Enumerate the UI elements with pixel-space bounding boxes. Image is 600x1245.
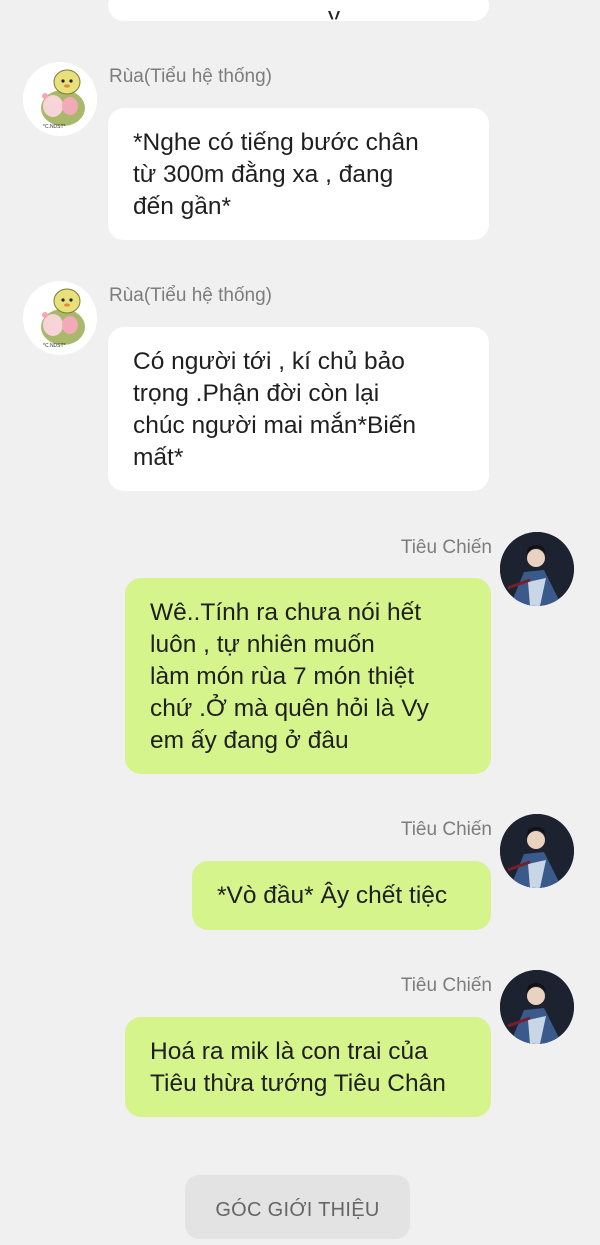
intro-corner-button[interactable]: GÓC GIỚI THIỆU (185, 1175, 410, 1239)
message-bubble[interactable]: Wê..Tính ra chưa nói hết luôn , tự nhiên… (125, 578, 491, 774)
svg-text:*C.NDST*: *C.NDST* (43, 124, 66, 130)
turtle-avatar-icon[interactable]: *C.NDST* (23, 281, 97, 355)
sender-name: Rùa(Tiểu hệ thống) (109, 285, 273, 306)
character-avatar-icon[interactable] (500, 970, 574, 1044)
turtle-avatar-icon[interactable]: *C.NDST* (23, 62, 97, 136)
previous-message-fragment: y (328, 3, 340, 30)
message-bubble[interactable]: *Nghe có tiếng bước chân từ 300m đằng xa… (108, 108, 489, 240)
svg-text:*C.NDST*: *C.NDST* (43, 343, 66, 349)
message-bubble[interactable]: Có người tới , kí chủ bảo trọng .Phận đờ… (108, 327, 489, 491)
previous-message-bubble: y (108, 0, 489, 21)
character-avatar-icon[interactable] (500, 532, 574, 606)
message-bubble[interactable]: *Vò đầu* Ây chết tiệc (192, 861, 491, 930)
character-avatar-icon[interactable] (500, 814, 574, 888)
message-bubble[interactable]: Hoá ra mik là con trai của Tiêu thừa tướ… (125, 1017, 491, 1117)
sender-name: Tiêu Chiến (400, 819, 492, 840)
sender-name: Rùa(Tiểu hệ thống) (109, 66, 273, 87)
sender-name: Tiêu Chiến (400, 975, 492, 996)
sender-name: Tiêu Chiến (400, 537, 492, 558)
